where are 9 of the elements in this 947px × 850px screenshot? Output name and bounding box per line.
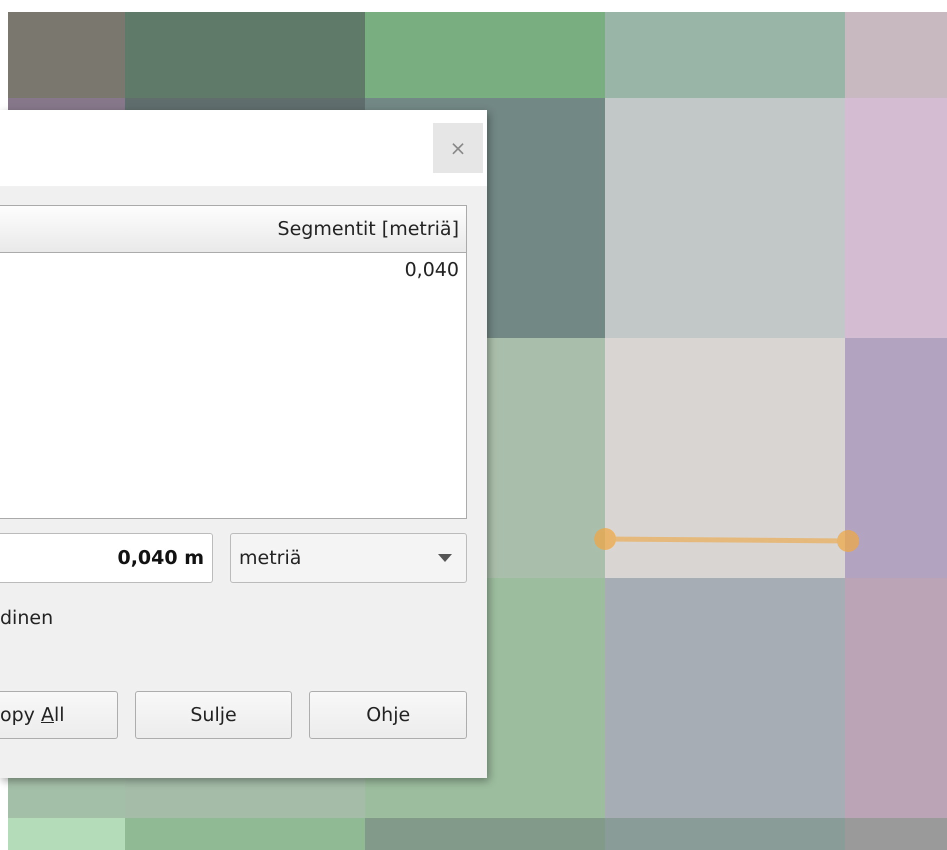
option-label: dinen [0,607,54,629]
total-field[interactable]: 0,040 m [0,533,213,583]
dialog-button[interactable]: Ohje [309,691,468,739]
table-cell-text: 0,040 [404,258,460,281]
dialog-button[interactable]: Sulje [134,691,292,739]
unit-dropdown[interactable]: metriä [230,533,467,583]
dialog-button[interactable]: opy All [0,691,118,739]
dropdown-arrow-icon [438,554,452,562]
column-header[interactable]: Segmentit [metriä] [0,206,466,253]
